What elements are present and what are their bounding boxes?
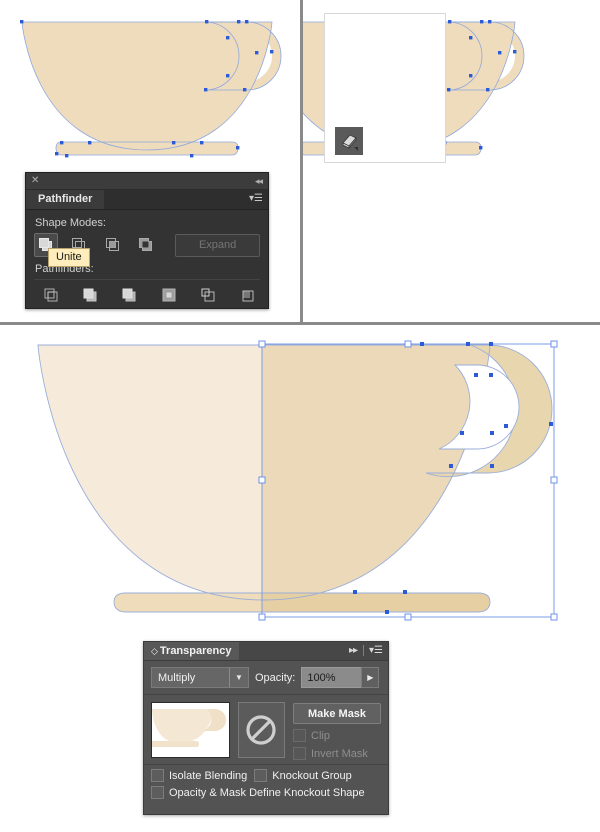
transparency-tabrow[interactable]: ◇Transparency ▸▸ ▾☰ bbox=[144, 642, 388, 661]
blend-opacity-row: Multiply ▼ Opacity: 100% ▶ bbox=[144, 661, 388, 694]
thumbnail-cup-icon bbox=[152, 703, 230, 757]
clip-checkbox[interactable] bbox=[293, 729, 306, 742]
exclude-button[interactable] bbox=[134, 233, 158, 257]
tooltip-label: Unite bbox=[56, 251, 82, 263]
mask-controls: Make Mask Clip Invert Mask bbox=[293, 702, 381, 760]
tab-transparency-label: Transparency bbox=[160, 645, 232, 657]
minus-back-button[interactable] bbox=[235, 283, 260, 307]
pane-divider-vertical bbox=[300, 0, 303, 322]
shape-modes-label: Shape Modes: bbox=[35, 217, 260, 229]
outline-button[interactable] bbox=[195, 283, 220, 307]
intersect-button[interactable] bbox=[101, 233, 125, 257]
crop-button[interactable] bbox=[156, 283, 181, 307]
pathfinder-titlebar[interactable]: ✕ ◂◂ bbox=[26, 173, 268, 190]
tab-pathfinder-label: Pathfinder bbox=[38, 193, 92, 205]
knockout-group-label: Knockout Group bbox=[272, 770, 352, 782]
opacity-input[interactable]: 100% ▶ bbox=[301, 667, 363, 688]
tab-separator bbox=[363, 645, 364, 656]
opacity-label: Opacity: bbox=[255, 672, 295, 684]
panel-menu-icon[interactable]: ▾☰ bbox=[249, 193, 263, 205]
blend-mode-value: Multiply bbox=[152, 672, 195, 684]
divide-icon bbox=[43, 287, 59, 303]
panel-menu-icon[interactable]: ▾☰ bbox=[369, 645, 383, 657]
exclude-icon bbox=[138, 237, 154, 253]
opacity-mask-knockout-label: Opacity & Mask Define Knockout Shape bbox=[169, 787, 365, 799]
outline-icon bbox=[200, 287, 216, 303]
thumbnail-mask-row: Make Mask Clip Invert Mask bbox=[144, 695, 388, 764]
opacity-mask-knockout-pair[interactable]: Opacity & Mask Define Knockout Shape bbox=[151, 786, 365, 799]
cup-base-shape bbox=[56, 142, 238, 155]
expand-dock-icon[interactable]: ▸▸ bbox=[349, 644, 357, 657]
knockout-group-checkbox[interactable] bbox=[254, 769, 267, 782]
invert-mask-checkbox-row[interactable]: Invert Mask bbox=[293, 747, 381, 760]
opacity-mask-knockout-checkbox[interactable] bbox=[151, 786, 164, 799]
blend-mode-select[interactable]: Multiply ▼ bbox=[151, 667, 249, 688]
eraser-tool-icon[interactable] bbox=[335, 127, 363, 155]
panel-grip-icon: ◇ bbox=[151, 646, 158, 656]
merge-icon bbox=[121, 287, 137, 303]
merge-button[interactable] bbox=[117, 283, 142, 307]
expand-button[interactable]: Expand bbox=[175, 234, 260, 257]
cup-body-shape bbox=[22, 22, 272, 150]
tab-pathfinder[interactable]: Pathfinder bbox=[26, 190, 104, 209]
crop-icon bbox=[161, 287, 177, 303]
trim-icon bbox=[82, 287, 98, 303]
close-icon[interactable]: ✕ bbox=[31, 175, 39, 187]
pathfinder-tabrow[interactable]: Pathfinder ▾☰ bbox=[26, 190, 268, 210]
knockout-group-row[interactable]: Knockout Group bbox=[254, 769, 352, 782]
pathfinder-separator bbox=[34, 279, 260, 280]
blending-options-row: Isolate Blending Knockout Group bbox=[151, 769, 381, 782]
tab-transparency[interactable]: ◇Transparency bbox=[144, 642, 239, 660]
opacity-mask-thumbnail[interactable] bbox=[238, 702, 285, 758]
transparency-panel[interactable]: ◇Transparency ▸▸ ▾☰ Multiply ▼ Opacity: … bbox=[143, 641, 389, 815]
divide-button[interactable] bbox=[38, 283, 63, 307]
eraser-icon bbox=[339, 131, 359, 151]
minus-back-icon bbox=[239, 287, 255, 303]
no-mask-icon bbox=[244, 713, 278, 747]
artwork-thumbnail[interactable] bbox=[151, 702, 230, 758]
tooltip-unite: Unite bbox=[48, 248, 90, 267]
opacity-value: 100% bbox=[302, 672, 335, 684]
opacity-mask-knockout-row[interactable]: Opacity & Mask Define Knockout Shape bbox=[151, 786, 381, 799]
isolate-blending-row[interactable]: Isolate Blending bbox=[151, 769, 247, 782]
chevron-down-icon[interactable]: ▼ bbox=[229, 668, 248, 687]
make-mask-label: Make Mask bbox=[308, 708, 366, 720]
isolate-blending-checkbox[interactable] bbox=[151, 769, 164, 782]
intersect-icon bbox=[105, 237, 121, 253]
invert-mask-checkbox[interactable] bbox=[293, 747, 306, 760]
pathfinders-row bbox=[34, 283, 260, 307]
make-mask-button[interactable]: Make Mask bbox=[293, 703, 381, 724]
pathfinder-panel[interactable]: ✕ ◂◂ Pathfinder ▾☰ Shape Modes: bbox=[25, 172, 269, 309]
collapse-icon[interactable]: ◂◂ bbox=[255, 175, 262, 187]
clip-checkbox-row[interactable]: Clip bbox=[293, 729, 381, 742]
isolate-blending-label: Isolate Blending bbox=[169, 770, 247, 782]
transparency-options: Isolate Blending Knockout Group Opacity … bbox=[144, 765, 388, 799]
clip-label: Clip bbox=[311, 730, 330, 742]
expand-label: Expand bbox=[199, 239, 236, 251]
invert-mask-label: Invert Mask bbox=[311, 748, 368, 760]
canvas-pane-top-right[interactable] bbox=[303, 0, 600, 322]
opacity-stepper-icon[interactable]: ▶ bbox=[361, 667, 379, 688]
trim-button[interactable] bbox=[77, 283, 102, 307]
